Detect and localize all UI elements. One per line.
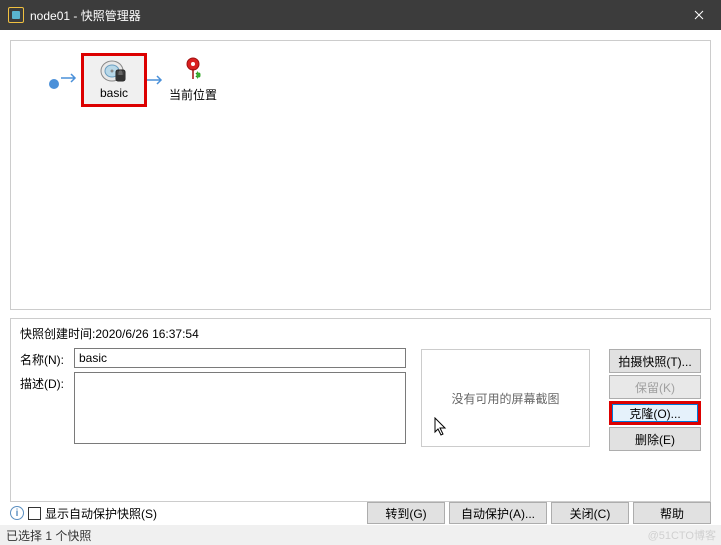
current-position-node[interactable]: 当前位置: [169, 57, 217, 103]
take-snapshot-button[interactable]: 拍摄快照(T)...: [609, 349, 701, 373]
goto-button[interactable]: 转到(G): [367, 502, 445, 524]
details-panel: 快照创建时间:2020/6/26 16:37:54 名称(N): 描述(D): …: [10, 318, 711, 502]
name-label: 名称(N):: [20, 348, 74, 368]
window-title: node01 - 快照管理器: [30, 7, 141, 24]
auto-protect-label: 显示自动保护快照(S): [45, 505, 157, 522]
auto-protect-checkbox[interactable]: [28, 507, 41, 520]
clone-button[interactable]: 克隆(O)...: [609, 401, 701, 425]
snapshot-actions: 拍摄快照(T)... 保留(K) 克隆(O)... 删除(E): [609, 349, 701, 451]
created-time-label: 快照创建时间:2020/6/26 16:37:54: [20, 325, 701, 342]
arrow-icon: [147, 73, 167, 89]
current-position-label: 当前位置: [169, 86, 217, 103]
watermark: @51CTO博客: [648, 527, 716, 543]
app-icon: [8, 7, 24, 23]
snapshot-disk-icon: [100, 60, 128, 84]
snapshot-label: basic: [100, 86, 128, 100]
bottom-bar: i 显示自动保护快照(S) 转到(G) 自动保护(A)... 关闭(C) 帮助: [10, 501, 711, 525]
snapshot-graph: basic 当前位置: [49, 61, 700, 107]
status-bar: 已选择 1 个快照 @51CTO博客: [0, 525, 721, 545]
graph-start-dot: [49, 79, 59, 89]
snapshot-tree-panel: basic 当前位置: [10, 40, 711, 310]
keep-button: 保留(K): [609, 375, 701, 399]
delete-button[interactable]: 删除(E): [609, 427, 701, 451]
close-button[interactable]: 关闭(C): [551, 502, 629, 524]
pin-icon: [184, 57, 202, 84]
close-window-button[interactable]: [676, 0, 721, 30]
titlebar: node01 - 快照管理器: [0, 0, 721, 30]
screenshot-preview: 没有可用的屏幕截图: [421, 349, 590, 447]
help-button[interactable]: 帮助: [633, 502, 711, 524]
status-text: 已选择 1 个快照: [6, 527, 91, 544]
description-textarea[interactable]: [74, 372, 406, 444]
arrow-icon: [61, 71, 81, 87]
name-input[interactable]: [74, 348, 406, 368]
auto-protect-button[interactable]: 自动保护(A)...: [449, 502, 547, 524]
info-icon: i: [10, 506, 24, 520]
snapshot-node-basic[interactable]: basic: [81, 53, 147, 107]
description-label: 描述(D):: [20, 372, 74, 392]
